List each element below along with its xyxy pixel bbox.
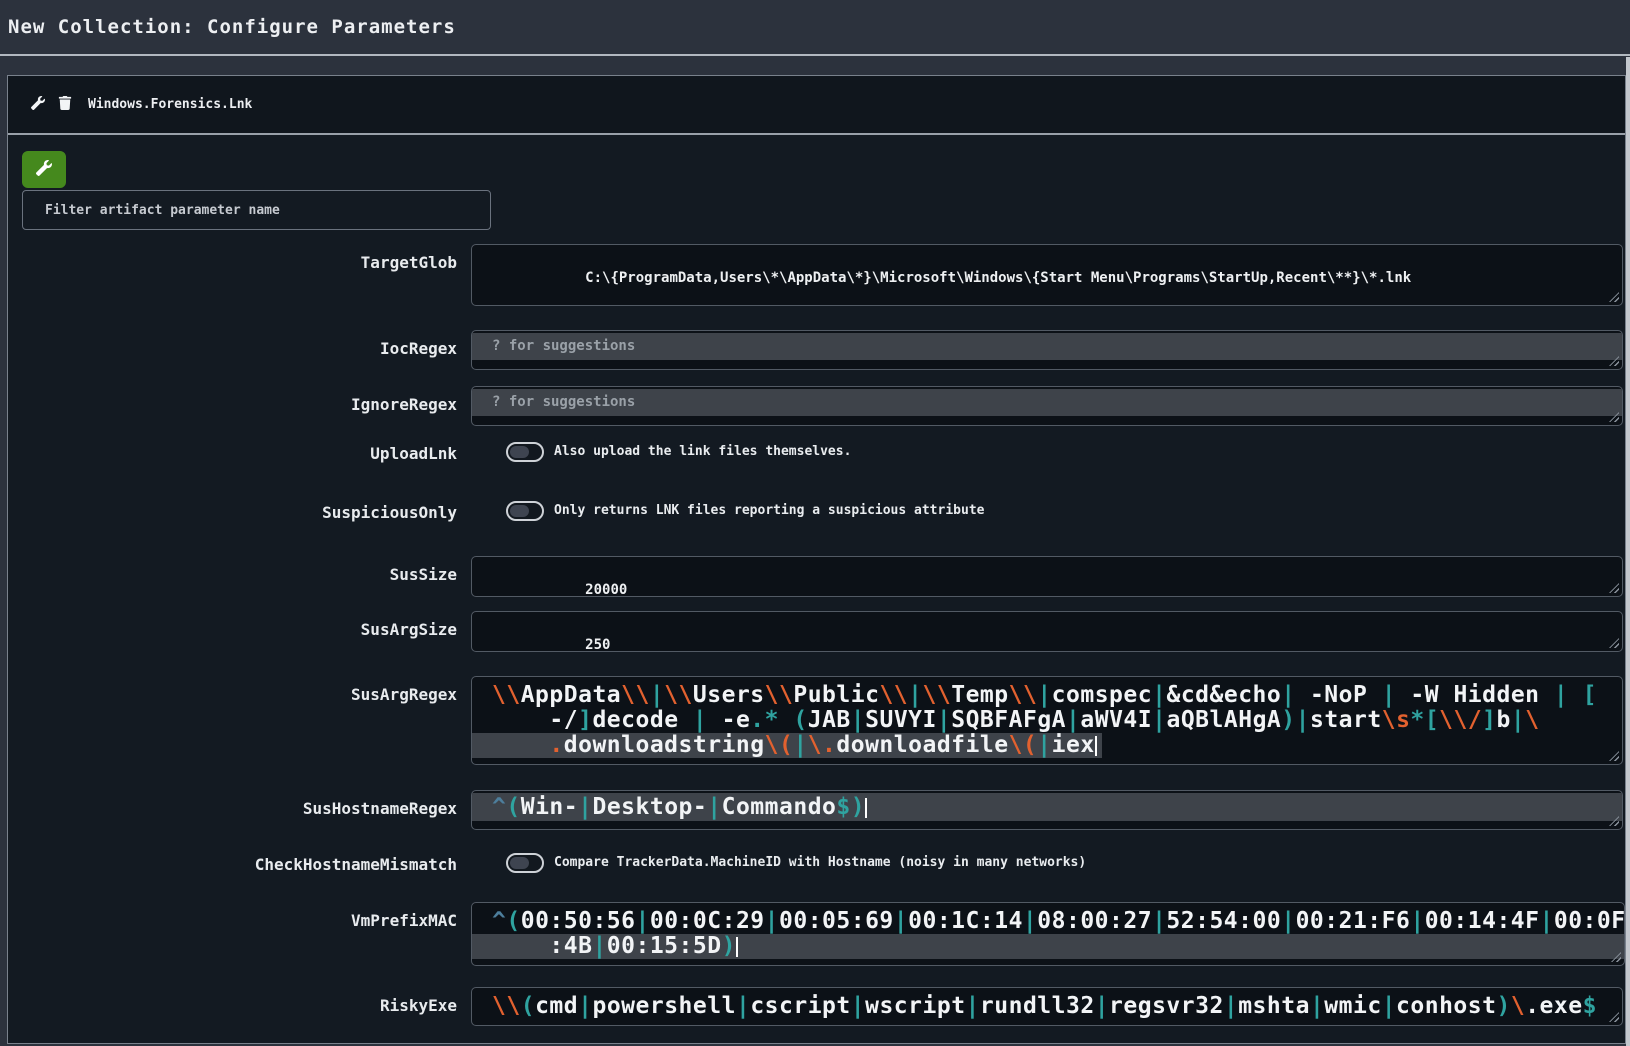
toggle-knob (510, 446, 529, 458)
placeholder-text: ? for suggestions (492, 338, 635, 354)
riskyexe-editor[interactable]: \\(cmd|powershell|cscript|wscript|rundll… (471, 987, 1623, 1026)
susargsize-textarea[interactable]: 250 (471, 611, 1623, 652)
param-label: CheckHostnameMismatch (22, 853, 457, 874)
vmprefixmac-editor[interactable]: ^(00:50:56|00:0C:29|00:05:69|00:1C:14|08… (471, 902, 1625, 966)
wrench-icon (36, 160, 52, 179)
param-description: Also upload the link files themselves. (554, 442, 851, 462)
text-cursor (736, 937, 738, 957)
wrench-icon (31, 96, 45, 113)
param-row-sussize: SusSize 20000 (22, 556, 1623, 597)
code-line: ^(Win-|Desktop-|Commando$) (472, 793, 1622, 821)
param-row-suspiciousonly: SuspiciousOnly Only returns LNK files re… (22, 501, 1623, 522)
modal-header: New Collection: Configure Parameters (0, 0, 1630, 56)
param-label: TargetGlob (22, 244, 457, 272)
artifact-panel: Windows.Forensics.Lnk TargetGlob C:\{Pro… (7, 75, 1626, 1044)
sushostnameregex-editor[interactable]: ^(Win-|Desktop-|Commando$) (471, 790, 1623, 830)
configure-artifact-button[interactable] (29, 96, 47, 114)
filter-parameter-input[interactable] (22, 190, 491, 230)
new-collection-modal: { "modal": { "title": "New Collection: C… (0, 0, 1630, 1046)
uploadlnk-toggle[interactable] (506, 442, 544, 462)
code-line: ? for suggestions (472, 333, 1622, 360)
trash-icon (58, 96, 72, 113)
modal-body: Windows.Forensics.Lnk TargetGlob C:\{Pro… (0, 56, 1630, 1044)
checkhostnamemismatch-toggle[interactable] (506, 853, 544, 873)
param-label: SusArgSize (22, 611, 457, 639)
param-row-checkhostnamemismatch: CheckHostnameMismatch Compare TrackerDat… (22, 853, 1623, 874)
param-row-sushostnameregex: SusHostnameRegex ^(Win-|Desktop-|Command… (22, 790, 1623, 830)
param-row-vmprefixmac: VmPrefixMAC ^(00:50:56|00:0C:29|00:05:69… (22, 902, 1623, 966)
parameters-form: TargetGlob C:\{ProgramData,Users\*\AppDa… (8, 135, 1625, 1046)
text-cursor (865, 798, 867, 818)
susargregex-editor[interactable]: \\AppData\\|\\Users\\Public\\|\\Temp\\|c… (471, 676, 1623, 765)
param-row-targetglob: TargetGlob C:\{ProgramData,Users\*\AppDa… (22, 244, 1623, 306)
param-row-iocregex: IocRegex ? for suggestions (22, 330, 1623, 370)
param-label: VmPrefixMAC (22, 902, 457, 930)
artifact-name: Windows.Forensics.Lnk (88, 97, 252, 112)
targetglob-textarea[interactable]: C:\{ProgramData,Users\*\AppData\*}\Micro… (471, 244, 1623, 306)
page-title: New Collection: Configure Parameters (8, 16, 456, 38)
code-line: -/]decode | -e.* (JAB|SUVYI|SQBFAFgA|aWV… (472, 708, 1622, 733)
toggle-knob (510, 505, 529, 517)
param-label: RiskyExe (22, 987, 457, 1015)
placeholder-text: ? for suggestions (492, 394, 635, 410)
param-row-ignoreregex: IgnoreRegex ? for suggestions (22, 386, 1623, 426)
code-line: \\(cmd|powershell|cscript|wscript|rundll… (472, 994, 1622, 1019)
vertical-scrollbar[interactable] (1626, 57, 1630, 1046)
resize-grip[interactable] (1609, 292, 1619, 302)
ignoreregex-editor[interactable]: ? for suggestions (471, 386, 1623, 426)
artifact-header: Windows.Forensics.Lnk (8, 76, 1625, 135)
param-label: SusSize (22, 556, 457, 584)
param-label: SuspiciousOnly (22, 501, 457, 522)
resize-grip[interactable] (1609, 638, 1619, 648)
text-cursor (1095, 736, 1097, 756)
param-label: SusArgRegex (22, 676, 457, 704)
code-line: \\AppData\\|\\Users\\Public\\|\\Temp\\|c… (472, 683, 1622, 708)
param-description: Only returns LNK files reporting a suspi… (554, 501, 984, 521)
param-label: SusHostnameRegex (22, 790, 457, 818)
iocregex-editor[interactable]: ? for suggestions (471, 330, 1623, 370)
code-line: ^(00:50:56|00:0C:29|00:05:69|00:1C:14|08… (472, 909, 1624, 934)
configure-parameters-button[interactable] (22, 151, 66, 188)
sussize-textarea[interactable]: 20000 (471, 556, 1623, 597)
code-line: .downloadstring\(|\.downloadfile\(|iex (472, 733, 1622, 758)
param-row-susargsize: SusArgSize 250 (22, 611, 1623, 652)
param-row-uploadlnk: UploadLnk Also upload the link files the… (22, 442, 1623, 463)
suspiciousonly-toggle[interactable] (506, 501, 544, 521)
param-row-susargregex: SusArgRegex \\AppData\\|\\Users\\Public\… (22, 676, 1623, 765)
code-line: ? for suggestions (472, 389, 1622, 416)
param-row-riskyexe: RiskyExe \\(cmd|powershell|cscript|wscri… (22, 987, 1623, 1026)
toggle-knob (510, 857, 529, 869)
param-label: IgnoreRegex (22, 386, 457, 414)
code-line: :4B|00:15:5D) (472, 934, 1624, 959)
param-description: Compare TrackerData.MachineID with Hostn… (554, 853, 1086, 873)
remove-artifact-button[interactable] (56, 96, 74, 114)
param-label: IocRegex (22, 330, 457, 358)
resize-grip[interactable] (1609, 583, 1619, 593)
param-label: UploadLnk (22, 442, 457, 463)
